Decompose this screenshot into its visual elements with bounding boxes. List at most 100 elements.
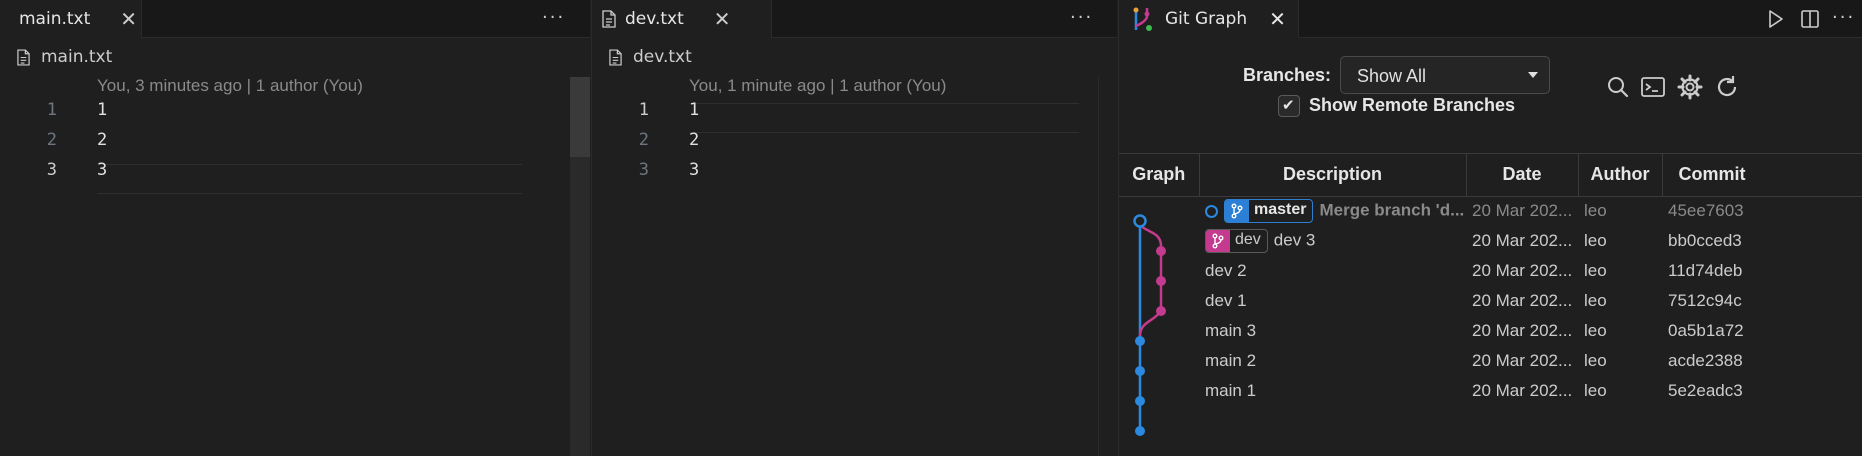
column-header-commit[interactable]: Commit [1662,154,1862,197]
commit-graph [1133,214,1166,436]
table-header: Graph Description Date Author Commit [1119,154,1862,197]
editor-pane-dev: dev.txt ✕ ··· dev.txt You, 1 minute ago … [591,0,1117,456]
description-cell: main 1 [1205,381,1257,400]
editor-pane-main: main.txt ✕ ··· main.txt You, 3 minutes a… [0,0,590,456]
commit-message: Merge branch 'd... [1319,200,1465,220]
breadcrumb[interactable]: main.txt [0,38,590,76]
scrollbar[interactable] [1098,77,1117,456]
more-actions-icon[interactable]: ··· [1832,7,1855,28]
settings-icon[interactable] [1677,74,1703,100]
date-cell: 20 Mar 202... [1472,201,1573,221]
tab-label: Git Graph [1165,9,1248,29]
close-icon[interactable]: ✕ [120,9,137,29]
branch-icon [1206,230,1230,252]
git-graph-pane: Git Graph ✕ ··· Branches: Show All ✔ Sho… [1118,0,1862,456]
code-line: 3 3 [0,155,590,185]
line-number: 1 [638,100,649,120]
branches-select-value: Show All [1357,66,1427,86]
show-remote-label[interactable]: Show Remote Branches [1309,95,1515,116]
tab-bar: dev.txt ✕ ··· [592,0,1117,38]
branch-ref-master[interactable]: master [1224,199,1314,224]
date-cell: 20 Mar 202... [1472,261,1573,280]
graph-commit-node [1156,246,1166,256]
date-cell: 20 Mar 202... [1472,351,1573,370]
graph-commit-node [1133,214,1147,228]
author-cell: leo [1584,231,1607,250]
commit-hash-cell: 0a5b1a72 [1668,321,1744,340]
run-icon[interactable] [1764,8,1786,30]
line-number: 1 [46,100,57,120]
branch-ref-dev[interactable]: dev [1205,229,1268,253]
search-icon[interactable] [1605,74,1631,100]
blame-annotation: You, 1 minute ago | 1 author (You) [689,76,947,95]
table-row[interactable]: master Merge branch 'd... 20 Mar 202... l… [1119,196,1862,226]
code-editor[interactable]: You, 1 minute ago | 1 author (You) 1 1 2… [592,76,1117,456]
code-editor[interactable]: You, 3 minutes ago | 1 author (You) 1 1 … [0,76,590,456]
description-cell: main 3 [1205,321,1257,340]
commit-hash-cell: acde2388 [1668,351,1743,370]
file-icon [602,10,616,28]
branches-label: Branches: [1243,65,1332,85]
commit-hash-cell: 45ee7603 [1668,201,1744,221]
blame-annotation: You, 3 minutes ago | 1 author (You) [97,76,363,95]
table-row[interactable]: main 3 20 Mar 202... leo 0a5b1a72 [1119,316,1862,346]
line-text: 3 [689,160,700,180]
tab-dev-txt[interactable]: dev.txt ✕ [592,0,772,38]
line-text: 1 [97,100,108,120]
table-row[interactable]: dev dev 3 20 Mar 202... leo bb0cced3 [1119,226,1862,256]
table-row[interactable]: dev 1 20 Mar 202... leo 7512c94c [1119,286,1862,316]
column-header-description[interactable]: Description [1199,154,1467,197]
tab-bar: main.txt ✕ ··· [0,0,590,38]
line-text: 3 [97,160,108,180]
table-row[interactable]: main 2 20 Mar 202... leo acde2388 [1119,346,1862,376]
head-indicator-icon [1205,204,1218,218]
graph-commit-node [1156,276,1166,286]
tab-label: dev.txt [625,9,684,29]
show-remote-checkbox[interactable]: ✔ [1278,95,1300,117]
code-line: 2 2 [0,125,590,155]
table-row[interactable]: main 1 20 Mar 202... leo 5e2eadc3 [1119,376,1862,406]
close-icon[interactable]: ✕ [1269,7,1286,31]
split-editor-icon[interactable] [1799,8,1821,30]
column-header-graph[interactable]: Graph [1119,154,1200,197]
tab-label: main.txt [19,9,91,29]
line-number: 2 [46,130,57,150]
breadcrumb[interactable]: dev.txt [592,38,1117,76]
code-line: 1 1 [0,95,590,125]
scrollbar-thumb[interactable] [570,77,590,157]
date-cell: 20 Mar 202... [1472,291,1573,310]
refresh-icon[interactable] [1714,74,1740,100]
more-actions-icon[interactable]: ··· [542,7,565,28]
git-graph-icon [1133,7,1152,31]
line-text: 1 [689,100,700,120]
git-graph-controls: Branches: Show All ✔ Show Remote Branche… [1119,38,1862,154]
author-cell: leo [1584,261,1607,280]
close-icon[interactable]: ✕ [714,9,731,29]
column-header-date[interactable]: Date [1466,154,1579,197]
graph-commit-node [1135,366,1145,376]
more-actions-icon[interactable]: ··· [1070,7,1093,28]
tab-git-graph[interactable]: Git Graph ✕ [1119,0,1299,38]
tab-bar: Git Graph ✕ ··· [1119,0,1862,38]
commit-message: dev 3 [1273,230,1316,250]
branch-name: master [1254,201,1307,219]
commit-hash-cell: 11d74deb [1668,261,1743,280]
author-cell: leo [1584,381,1607,400]
commit-table: Graph Description Date Author Commit mas… [1119,154,1862,406]
graph-commit-node [1135,426,1145,436]
author-cell: leo [1584,321,1607,340]
commit-hash-cell: 5e2eadc3 [1668,381,1743,400]
file-icon [17,48,30,66]
table-row[interactable]: dev 2 20 Mar 202... leo 11d74deb [1119,256,1862,286]
date-cell: 20 Mar 202... [1472,231,1573,250]
code-line: 2 2 [592,125,1117,155]
checkmark-icon: ✔ [1282,96,1295,114]
tab-main-txt[interactable]: main.txt ✕ [0,0,142,38]
branches-select[interactable]: Show All [1340,56,1550,94]
column-header-author[interactable]: Author [1578,154,1663,197]
author-cell: leo [1584,291,1607,310]
graph-commit-node [1135,336,1145,346]
description-cell: master Merge branch 'd... [1199,196,1466,226]
chevron-down-icon [1528,72,1538,78]
terminal-icon[interactable] [1640,74,1666,100]
